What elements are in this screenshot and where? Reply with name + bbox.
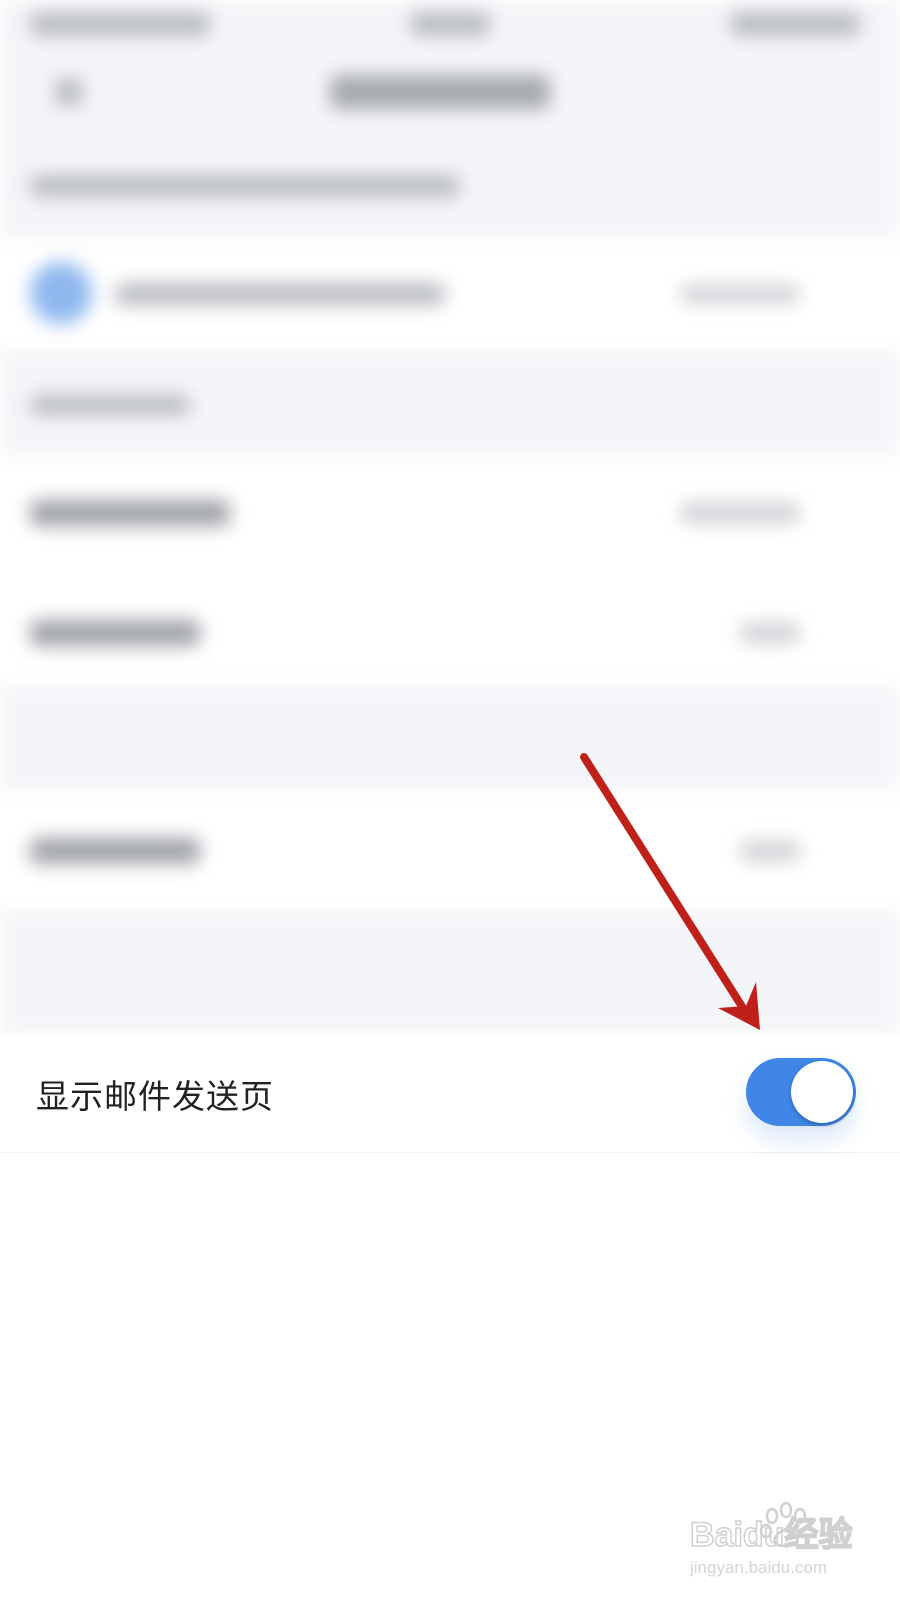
show-mail-send-page-toggle[interactable] bbox=[746, 1058, 856, 1126]
baidu-jingyan-watermark: Baidu经验 jingyan.baidu.com bbox=[689, 1498, 860, 1588]
blurred-setting-value-3 bbox=[740, 841, 800, 861]
blurred-status-bar-time bbox=[410, 12, 490, 36]
blurred-account-text bbox=[115, 283, 445, 305]
watermark-brand-text: Baidu经验 bbox=[690, 1515, 852, 1554]
watermark-url: jingyan.baidu.com bbox=[690, 1558, 828, 1577]
setting-label: 显示邮件发送页 bbox=[36, 1076, 274, 1116]
baidu-paw-logo-icon: Baidu经验 bbox=[689, 1501, 853, 1555]
blurred-background-screen bbox=[0, 0, 900, 1035]
blurred-back-icon bbox=[55, 78, 83, 106]
blurred-section-header bbox=[30, 175, 460, 197]
blurred-setting-value-1 bbox=[680, 503, 800, 523]
blurred-setting-label-2 bbox=[30, 620, 200, 646]
toggle-knob bbox=[791, 1061, 853, 1123]
blurred-section-header-2 bbox=[30, 395, 190, 415]
blurred-settings-group bbox=[0, 455, 900, 685]
blurred-setting-label-1 bbox=[30, 500, 230, 526]
blurred-status-bar-left bbox=[30, 12, 210, 36]
show-mail-send-page-row: 显示邮件发送页 bbox=[0, 1035, 900, 1153]
blurred-page-title bbox=[330, 75, 550, 109]
blurred-setting-label-3 bbox=[30, 838, 200, 864]
blurred-setting-value-2 bbox=[740, 623, 800, 643]
blurred-account-detail bbox=[680, 285, 800, 303]
blurred-status-bar-right bbox=[730, 12, 860, 36]
blurred-avatar bbox=[30, 262, 92, 324]
